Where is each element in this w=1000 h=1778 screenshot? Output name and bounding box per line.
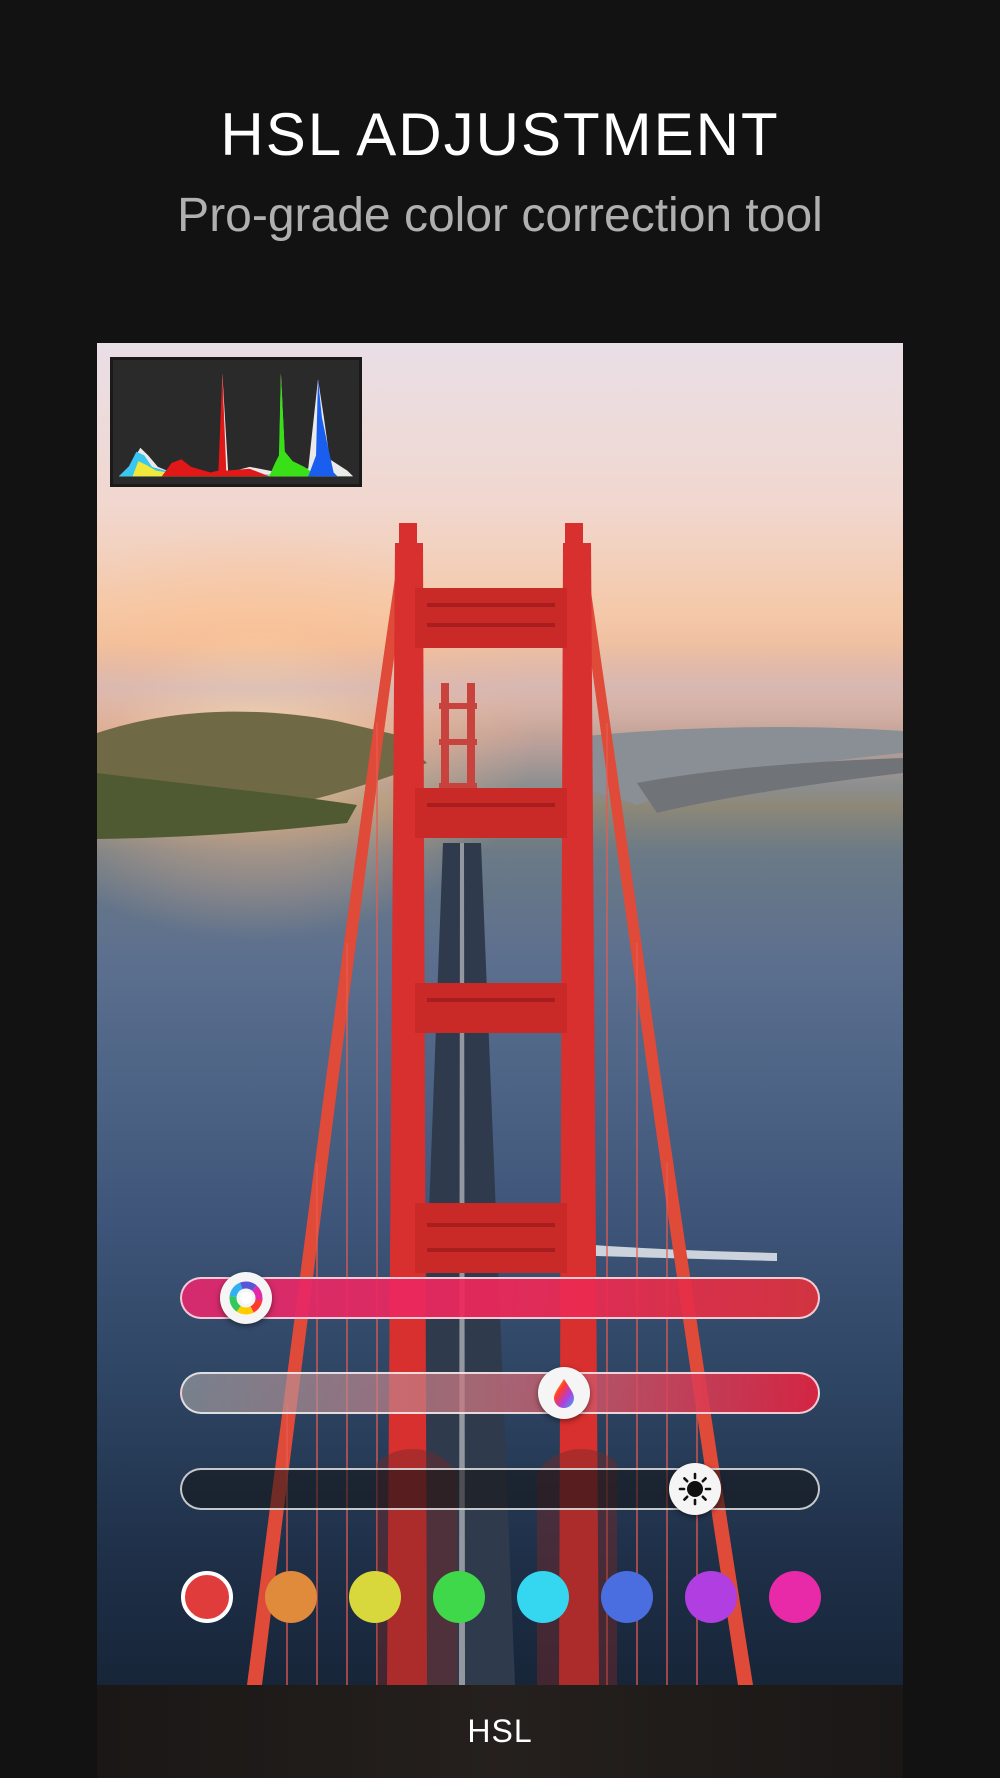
color-swatch-4[interactable]	[433, 1571, 485, 1623]
histogram-chart	[118, 373, 354, 477]
hue-slider-knob[interactable]	[220, 1272, 273, 1324]
saturation-slider-knob[interactable]	[538, 1367, 591, 1419]
color-drop-icon	[554, 1379, 575, 1408]
saturation-slider[interactable]	[180, 1367, 820, 1419]
color-swatch-2[interactable]	[265, 1571, 317, 1623]
tool-tab-hsl[interactable]: HSL	[97, 1713, 903, 1750]
color-swatch-1[interactable]	[181, 1571, 233, 1623]
bottom-tool-bar: HSL	[97, 1685, 903, 1778]
histogram-panel	[110, 357, 362, 487]
color-swatch-7[interactable]	[685, 1571, 737, 1623]
page-subtitle: Pro-grade color correction tool	[177, 189, 823, 242]
header: HSL ADJUSTMENT Pro-grade color correctio…	[0, 0, 1000, 300]
luminance-slider-knob[interactable]	[669, 1463, 722, 1515]
sun-icon	[678, 1472, 712, 1506]
color-wheel-icon	[229, 1281, 263, 1315]
color-swatch-8[interactable]	[769, 1571, 821, 1623]
color-swatch-5[interactable]	[517, 1571, 569, 1623]
color-swatch-6[interactable]	[601, 1571, 653, 1623]
color-swatch-3[interactable]	[349, 1571, 401, 1623]
luminance-slider[interactable]	[180, 1463, 820, 1515]
color-channel-swatches	[0, 1571, 1000, 1625]
page-title: HSL ADJUSTMENT	[220, 101, 780, 168]
hue-slider[interactable]	[180, 1272, 820, 1324]
